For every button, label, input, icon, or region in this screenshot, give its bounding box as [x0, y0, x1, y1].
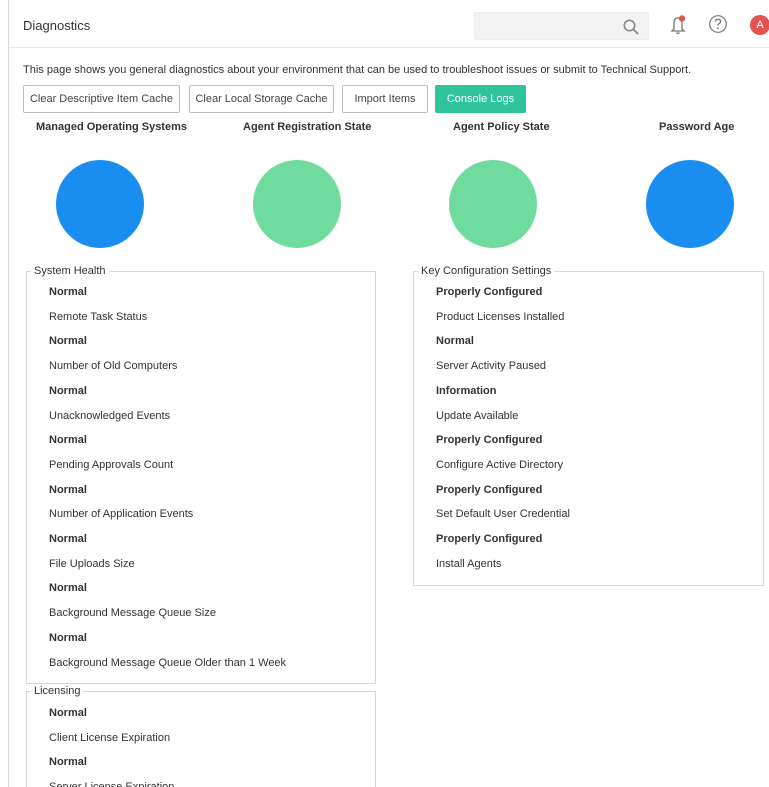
clear-local-storage-cache-button[interactable]: Clear Local Storage Cache	[189, 85, 334, 113]
chart-title-agent-registration: Agent Registration State	[243, 121, 372, 133]
import-items-button[interactable]: Import Items	[342, 85, 428, 113]
setting-label[interactable]: Update Available	[436, 410, 518, 422]
avatar[interactable]: A	[750, 15, 769, 35]
status-value: Properly Configured	[436, 434, 543, 447]
diagnostics-page: Diagnostics A This page shows you genera…	[8, 0, 769, 787]
system-health-group: System Health Normal Remote Task Status No…	[26, 265, 376, 684]
setting-label[interactable]: Set Default User Credential	[436, 508, 570, 520]
clear-descriptive-item-cache-button[interactable]: Clear Descriptive Item Cache	[23, 85, 180, 113]
chart-title-password-age: Password Age	[659, 121, 735, 133]
setting-label[interactable]: Configure Active Directory	[436, 459, 563, 471]
managed-os-pie-chart[interactable]	[56, 160, 144, 248]
help-icon[interactable]	[708, 14, 728, 34]
status-value: Normal	[49, 335, 87, 348]
setting-label[interactable]: File Uploads Size	[49, 558, 135, 570]
setting-label[interactable]: Background Message Queue Older than 1 We…	[49, 657, 286, 669]
top-bar: Diagnostics A	[9, 0, 769, 48]
chart-title-managed-os: Managed Operating Systems	[36, 121, 187, 133]
system-health-title: System Health	[31, 265, 109, 277]
setting-label[interactable]: Number of Application Events	[49, 508, 193, 520]
console-logs-button[interactable]: Console Logs	[435, 85, 526, 113]
status-value: Properly Configured	[436, 286, 543, 298]
setting-label[interactable]: Background Message Queue Size	[49, 607, 216, 619]
key-configuration-title: Key Configuration Settings	[418, 265, 555, 277]
status-value: Normal	[49, 384, 87, 397]
status-value: Properly Configured	[436, 533, 543, 545]
agent-registration-pie-chart[interactable]	[253, 160, 341, 248]
status-value: Normal	[49, 533, 87, 545]
licensing-group: Licensing Normal Client License Expiratio…	[26, 685, 376, 787]
setting-label[interactable]: Number of Old Computers	[49, 360, 177, 372]
page-description: This page shows you general diagnostics …	[23, 64, 692, 76]
setting-label[interactable]: Pending Approvals Count	[49, 459, 173, 471]
page-title: Diagnostics	[23, 18, 91, 33]
status-value: Normal	[49, 434, 87, 447]
search-input[interactable]	[474, 12, 649, 40]
status-value: Normal	[49, 286, 87, 298]
setting-label[interactable]: Server Activity Paused	[436, 360, 546, 372]
status-value: Normal	[49, 483, 87, 496]
setting-label[interactable]: Product Licenses Installed	[436, 311, 564, 323]
status-value: Normal	[436, 335, 474, 348]
notification-bell-icon[interactable]	[668, 14, 688, 36]
setting-label[interactable]: Install Agents	[436, 558, 501, 570]
status-value: Normal	[49, 707, 87, 719]
status-value: Normal	[49, 631, 87, 644]
setting-label[interactable]: Client License Expiration	[49, 732, 170, 744]
status-value: Properly Configured	[436, 483, 543, 496]
search-icon[interactable]	[622, 18, 640, 36]
setting-label[interactable]: Unacknowledged Events	[49, 410, 170, 422]
setting-label[interactable]: Server License Expiration	[49, 781, 174, 787]
chart-title-agent-policy: Agent Policy State	[453, 121, 550, 133]
key-configuration-settings-group: Key Configuration Settings Properly Conf…	[413, 265, 764, 586]
status-value: Information	[436, 384, 497, 397]
status-value: Normal	[49, 756, 87, 769]
setting-label[interactable]: Remote Task Status	[49, 311, 147, 323]
status-value: Normal	[49, 582, 87, 595]
password-age-pie-chart[interactable]	[646, 160, 734, 248]
licensing-title: Licensing	[31, 685, 84, 697]
agent-policy-pie-chart[interactable]	[449, 160, 537, 248]
